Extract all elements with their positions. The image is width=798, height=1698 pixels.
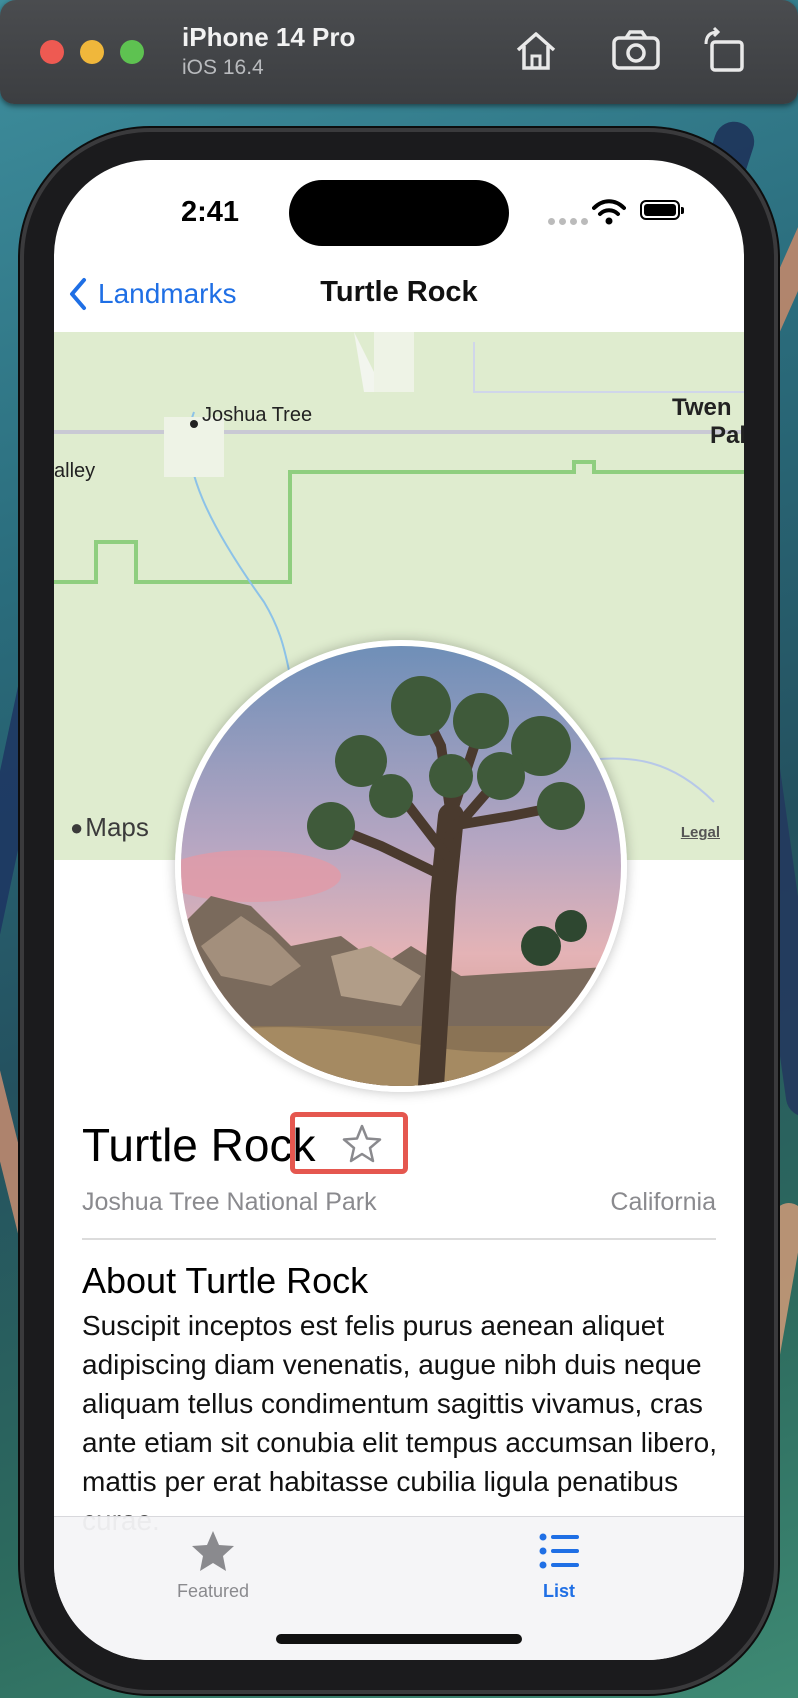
legal-link[interactable]: Legal [681, 824, 720, 841]
rotate-icon[interactable] [700, 26, 752, 76]
park-name: Joshua Tree National Park [82, 1188, 377, 1216]
landmark-title: Turtle Rock [82, 1119, 316, 1171]
map-label-palms: Pal [710, 422, 744, 449]
home-indicator[interactable] [276, 1634, 522, 1644]
apple-maps-attribution: ● Maps [70, 812, 149, 843]
map-label-valley: alley [54, 460, 96, 482]
tab-list[interactable]: List [484, 1527, 634, 1602]
tab-featured-label: Featured [176, 1581, 250, 1601]
dynamic-island [289, 180, 509, 246]
nav-title: Turtle Rock [320, 276, 478, 308]
divider [82, 1238, 716, 1240]
status-time: 2:41 [180, 196, 240, 228]
map-label-joshua-tree: Joshua Tree [202, 404, 313, 426]
about-heading: About Turtle Rock [82, 1260, 369, 1301]
battery-icon [640, 200, 684, 220]
close-window-button[interactable] [40, 40, 64, 64]
maps-attribution-label: Maps [85, 812, 149, 842]
screenshot-icon[interactable] [610, 26, 662, 76]
highlight-box [290, 1112, 408, 1174]
os-version: iOS 16.4 [182, 56, 264, 79]
star-icon [192, 1531, 234, 1571]
map-label-twentynine: Twen [672, 394, 732, 421]
list-icon [539, 1533, 579, 1569]
apple-logo-icon: ● [70, 814, 84, 840]
landmark-photo [175, 640, 627, 1092]
wifi-icon [592, 199, 626, 225]
zoom-window-button[interactable] [120, 40, 144, 64]
device-name: iPhone 14 Pro [182, 22, 356, 52]
tab-featured[interactable]: Featured [138, 1527, 288, 1602]
home-icon[interactable] [510, 26, 562, 76]
state-name: California [610, 1188, 716, 1216]
app-screen: 2:41 Landmarks Turtle Rock Joshua Tree a… [54, 160, 744, 1660]
minimize-window-button[interactable] [80, 40, 104, 64]
about-text: Suscipit inceptos est felis purus aenean… [82, 1310, 717, 1536]
tab-list-label: List [542, 1581, 575, 1601]
simulator-title-bar: iPhone 14 Pro iOS 16.4 [0, 0, 798, 104]
cellular-signal-icon [548, 218, 588, 225]
